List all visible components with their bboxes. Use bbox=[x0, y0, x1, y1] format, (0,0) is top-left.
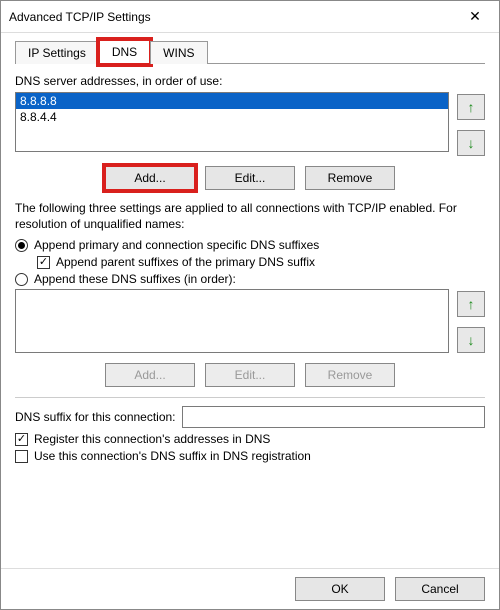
dns-suffix-label: DNS suffix for this connection: bbox=[15, 410, 176, 424]
dns-add-button[interactable]: Add... bbox=[105, 166, 195, 190]
dns-servers-label: DNS server addresses, in order of use: bbox=[15, 74, 485, 88]
suffix-edit-button: Edit... bbox=[205, 363, 295, 387]
tab-wins[interactable]: WINS bbox=[150, 41, 207, 64]
dns-suffixes-listbox[interactable] bbox=[15, 289, 449, 353]
dns-servers-move-up-button[interactable]: ↑ bbox=[457, 94, 485, 120]
dns-servers-move-down-button[interactable]: ↓ bbox=[457, 130, 485, 156]
radio-label: Append primary and connection specific D… bbox=[34, 238, 319, 252]
dns-suffixes-buttons: Add... Edit... Remove bbox=[15, 363, 485, 387]
dns-edit-button[interactable]: Edit... bbox=[205, 166, 295, 190]
radio-label: Append these DNS suffixes (in order): bbox=[34, 272, 236, 286]
list-item[interactable]: 8.8.8.8 bbox=[16, 93, 448, 109]
arrow-up-icon: ↑ bbox=[468, 99, 475, 115]
close-button[interactable]: ✕ bbox=[459, 1, 491, 33]
checkbox-icon bbox=[15, 450, 28, 463]
radio-icon bbox=[15, 273, 28, 286]
content: IP Settings DNS WINS DNS server addresse… bbox=[1, 33, 499, 568]
list-item[interactable]: 8.8.4.4 bbox=[16, 109, 448, 125]
dns-suffixes-row: ↑ ↓ bbox=[15, 289, 485, 353]
checkbox-label: Use this connection's DNS suffix in DNS … bbox=[34, 449, 311, 463]
dns-suffixes-move-down-button[interactable]: ↓ bbox=[457, 327, 485, 353]
separator bbox=[15, 397, 485, 398]
dns-servers-row: 8.8.8.8 8.8.4.4 ↑ ↓ bbox=[15, 92, 485, 156]
check-register-dns[interactable]: ✓ Register this connection's addresses i… bbox=[15, 432, 485, 446]
dns-suffix-field-row: DNS suffix for this connection: bbox=[15, 406, 485, 428]
dns-explain-text: The following three settings are applied… bbox=[15, 200, 485, 232]
arrow-up-icon: ↑ bbox=[468, 296, 475, 312]
footer: OK Cancel bbox=[1, 568, 499, 609]
tab-ip-settings[interactable]: IP Settings bbox=[15, 41, 99, 64]
checkbox-icon: ✓ bbox=[15, 433, 28, 446]
dns-suffixes-order-arrows: ↑ ↓ bbox=[457, 289, 485, 353]
check-use-suffix[interactable]: Use this connection's DNS suffix in DNS … bbox=[15, 449, 485, 463]
arrow-down-icon: ↓ bbox=[468, 332, 475, 348]
close-icon: ✕ bbox=[469, 8, 481, 25]
arrow-down-icon: ↓ bbox=[468, 135, 475, 151]
checkbox-label: Register this connection's addresses in … bbox=[34, 432, 270, 446]
dns-suffixes-move-up-button[interactable]: ↑ bbox=[457, 291, 485, 317]
dns-remove-button[interactable]: Remove bbox=[305, 166, 395, 190]
radio-append-these[interactable]: Append these DNS suffixes (in order): bbox=[15, 272, 485, 286]
suffix-add-button[interactable]: Add... bbox=[105, 363, 195, 387]
tabs: IP Settings DNS WINS bbox=[15, 39, 485, 64]
dns-servers-listbox[interactable]: 8.8.8.8 8.8.4.4 bbox=[15, 92, 449, 152]
checkbox-icon: ✓ bbox=[37, 256, 50, 269]
check-append-parent[interactable]: ✓ Append parent suffixes of the primary … bbox=[37, 255, 485, 269]
dns-servers-order-arrows: ↑ ↓ bbox=[457, 92, 485, 156]
checkbox-label: Append parent suffixes of the primary DN… bbox=[56, 255, 315, 269]
radio-append-primary[interactable]: Append primary and connection specific D… bbox=[15, 238, 485, 252]
titlebar: Advanced TCP/IP Settings ✕ bbox=[1, 1, 499, 33]
tab-dns[interactable]: DNS bbox=[99, 40, 150, 64]
window-title: Advanced TCP/IP Settings bbox=[9, 10, 459, 24]
ok-button[interactable]: OK bbox=[295, 577, 385, 601]
window: Advanced TCP/IP Settings ✕ IP Settings D… bbox=[0, 0, 500, 610]
radio-icon bbox=[15, 239, 28, 252]
suffix-remove-button: Remove bbox=[305, 363, 395, 387]
dns-servers-buttons: Add... Edit... Remove bbox=[15, 166, 485, 190]
dns-suffix-input[interactable] bbox=[182, 406, 485, 428]
cancel-button[interactable]: Cancel bbox=[395, 577, 485, 601]
